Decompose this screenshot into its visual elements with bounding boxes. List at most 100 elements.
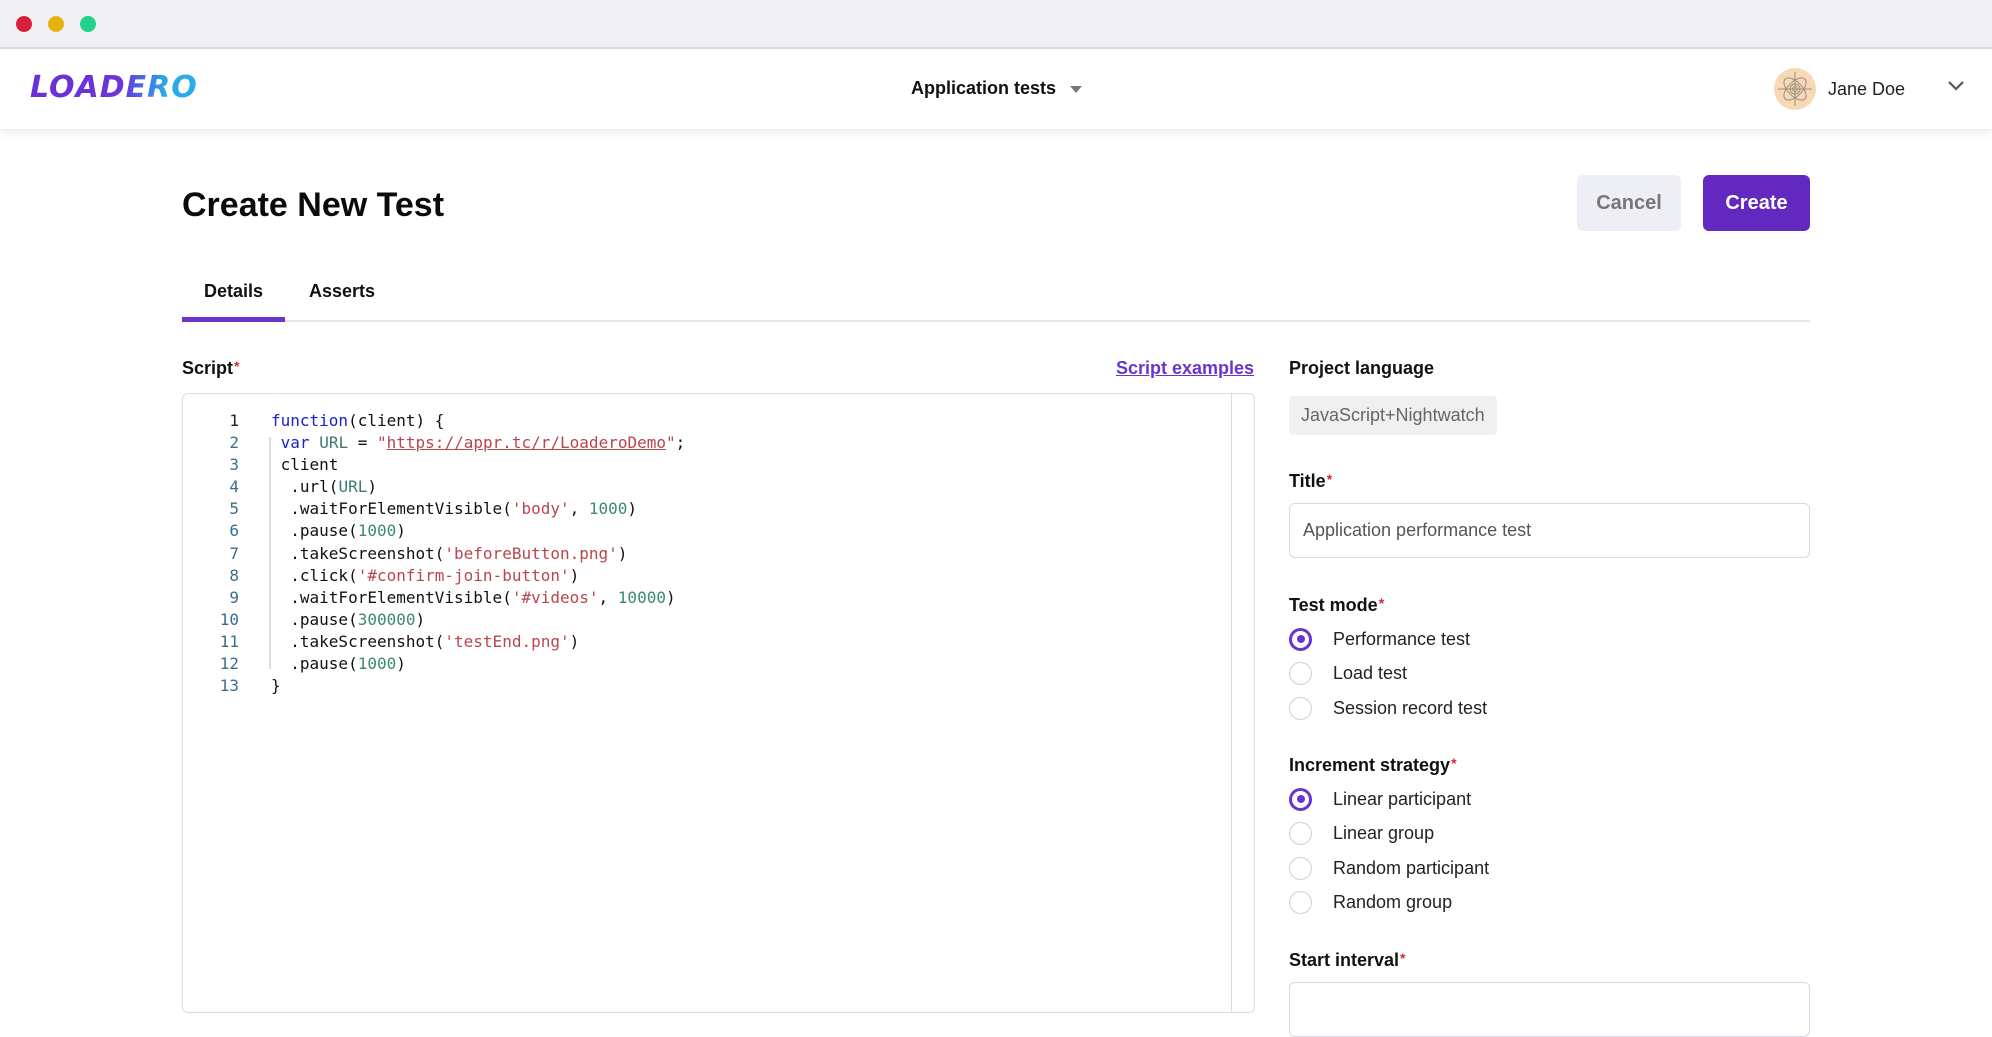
code-line[interactable]: 12 .pause(1000): [183, 653, 685, 675]
window-maximize-button[interactable]: [80, 16, 96, 32]
line-number: 5: [229, 499, 239, 519]
code-line[interactable]: 6 .pause(1000): [183, 520, 685, 542]
code-token: URL: [338, 477, 368, 497]
start-interval-input[interactable]: [1289, 982, 1810, 1037]
loadero-logo[interactable]: LOADERO: [30, 70, 198, 105]
code-token: ": [377, 433, 387, 453]
increment-strategy-option-label: Linear group: [1333, 823, 1435, 843]
chevron-down-icon[interactable]: [1942, 72, 1970, 100]
code-line[interactable]: 9 .waitForElementVisible('#videos', 1000…: [183, 587, 685, 609]
code-token: ": [666, 433, 676, 453]
user-menu[interactable]: Jane Doe: [1774, 68, 1964, 110]
increment-strategy-option[interactable]: Linear group: [1289, 820, 1434, 848]
tab-bar: Details Asserts: [182, 270, 1810, 322]
code-token: 'body': [511, 499, 570, 519]
caret-down-icon: [1070, 86, 1083, 93]
required-mark: *: [234, 358, 240, 374]
code-line[interactable]: 2 var URL = "https://appr.tc/r/LoaderoDe…: [183, 432, 685, 454]
required-mark: *: [1400, 950, 1406, 966]
code-token: 'testEnd.png': [444, 631, 570, 651]
code-token: ): [665, 587, 676, 607]
code-text: .takeScreenshot('beforeButton.png'): [239, 543, 627, 565]
code-token: client: [271, 455, 339, 475]
code-token: function: [271, 411, 349, 430]
avatar-pattern-icon: [1778, 72, 1812, 106]
increment-strategy-option[interactable]: Random participant: [1289, 854, 1489, 882]
code-line[interactable]: 7 .takeScreenshot('beforeButton.png'): [183, 543, 685, 565]
radio-unselected-icon[interactable]: [1289, 891, 1312, 914]
tab-details[interactable]: Details: [182, 278, 286, 322]
required-mark: *: [1378, 595, 1385, 611]
code-line[interactable]: 1 function(client) {: [183, 410, 685, 432]
code-token: 1000: [357, 521, 397, 541]
radio-selected-icon[interactable]: [1289, 787, 1312, 811]
increment-strategy-option[interactable]: Linear participant: [1289, 785, 1471, 813]
test-mode-option[interactable]: Session record test: [1289, 694, 1487, 722]
code-content[interactable]: 1 function(client) {2 var URL = "https://…: [183, 410, 686, 697]
code-line[interactable]: 13}: [183, 675, 685, 697]
code-token: .pause(: [271, 609, 358, 629]
code-line[interactable]: 4 .url(URL): [183, 476, 685, 498]
window-minimize-button[interactable]: [48, 16, 64, 32]
code-token: https://appr.tc/r/LoaderoDemo: [386, 433, 666, 453]
code-line[interactable]: 5 .waitForElementVisible('body', 1000): [183, 498, 685, 520]
code-line[interactable]: 3 client: [183, 454, 685, 476]
required-mark: *: [1326, 471, 1333, 487]
code-token: }: [271, 676, 281, 696]
code-token: 'beforeButton.png': [444, 543, 618, 563]
project-language-value: JavaScript+Nightwatch: [1289, 396, 1497, 435]
code-text: .pause(1000): [239, 520, 406, 542]
script-label-text: Script: [182, 358, 234, 378]
code-text: .takeScreenshot('testEnd.png'): [239, 631, 579, 653]
code-line[interactable]: 8 .click('#confirm-join-button'): [183, 565, 685, 587]
title-input[interactable]: [1289, 503, 1810, 558]
project-language-label: Project language: [1289, 358, 1435, 378]
increment-strategy-option[interactable]: Random group: [1289, 889, 1452, 917]
title-label: Title*: [1289, 471, 1332, 492]
test-mode-option-label: Performance test: [1333, 628, 1471, 649]
radio-unselected-icon[interactable]: [1289, 856, 1312, 880]
code-text: function(client) {: [239, 410, 444, 432]
code-token: 10000: [617, 587, 666, 607]
tab-asserts[interactable]: Asserts: [287, 278, 397, 320]
code-line[interactable]: 10 .pause(300000): [183, 609, 685, 631]
script-editor[interactable]: 1 function(client) {2 var URL = "https://…: [182, 393, 1255, 1013]
code-token: .takeScreenshot(: [271, 543, 445, 563]
script-examples-link[interactable]: Script examples: [1116, 358, 1254, 379]
project-switcher[interactable]: Application tests: [911, 78, 1083, 99]
line-number: 11: [219, 631, 239, 651]
code-token: .url(: [271, 477, 339, 497]
radio-selected-icon[interactable]: [1289, 627, 1312, 651]
code-text: .waitForElementVisible('body', 1000): [239, 498, 637, 520]
line-number: 2: [229, 433, 239, 453]
window-close-button[interactable]: [16, 16, 32, 32]
start-interval-label: Start interval*: [1289, 950, 1406, 971]
project-name: Application tests: [911, 78, 1057, 98]
radio-unselected-icon[interactable]: [1289, 662, 1312, 685]
radio-unselected-icon[interactable]: [1289, 696, 1312, 720]
cancel-button[interactable]: Cancel: [1577, 175, 1681, 231]
increment-strategy-label-text: Increment strategy: [1289, 755, 1451, 775]
line-number: 3: [229, 455, 239, 475]
code-text: client: [239, 454, 339, 476]
code-text: var URL = "https://appr.tc/r/LoaderoDemo…: [239, 432, 686, 454]
top-navigation: LOADERO Application tests Jane Doe: [0, 50, 1992, 130]
code-token: .takeScreenshot(: [271, 631, 445, 651]
code-token: .waitForElementVisible(: [271, 499, 512, 519]
title-label-text: Title: [1289, 471, 1326, 491]
code-line[interactable]: 11 .takeScreenshot('testEnd.png'): [183, 631, 685, 653]
line-number: 6: [229, 521, 239, 541]
code-token: ): [367, 477, 377, 497]
editor-scrollbar[interactable]: [1230, 394, 1232, 1012]
create-button[interactable]: Create: [1703, 175, 1810, 231]
tab-asserts-label: Asserts: [309, 281, 376, 301]
line-number: 13: [219, 676, 239, 696]
test-mode-option[interactable]: Performance test: [1289, 625, 1470, 653]
increment-strategy-option-label: Random group: [1333, 892, 1453, 912]
increment-strategy-label: Increment strategy*: [1289, 755, 1457, 776]
test-mode-option-label: Session record test: [1333, 697, 1488, 718]
page-title: Create New Test: [182, 186, 445, 224]
radio-unselected-icon[interactable]: [1289, 822, 1312, 845]
test-mode-option[interactable]: Load test: [1289, 660, 1407, 688]
